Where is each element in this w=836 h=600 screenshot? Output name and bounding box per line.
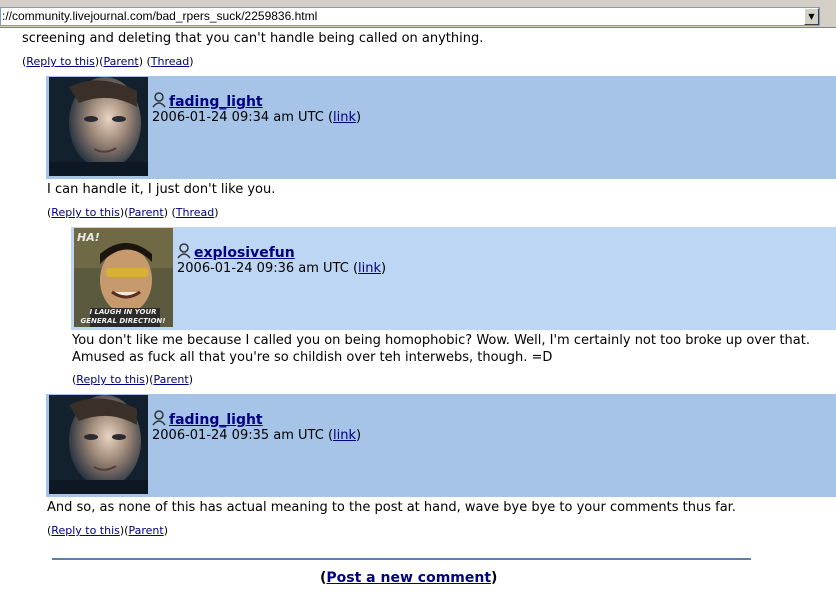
permalink[interactable]: link [333, 428, 356, 443]
date-text: 2006-01-24 09:34 am UTC [152, 110, 324, 125]
url-input[interactable]: ://community.livejournal.com/bad_rpers_s… [0, 7, 820, 26]
thread-link[interactable]: Thread [176, 206, 214, 219]
user-icon[interactable] [177, 243, 193, 263]
parent-link[interactable]: Parent [103, 55, 138, 68]
comment-links: (Reply to this)(Parent) (Thread) [47, 206, 219, 219]
thread-link[interactable]: Thread [151, 55, 189, 68]
avatar-caption-bottom-1: I LAUGH IN YOUR [89, 308, 156, 316]
avatar-caption-top: HA! [77, 231, 100, 244]
parent-link[interactable]: Parent [128, 206, 163, 219]
username-link[interactable]: fading_light [169, 412, 263, 428]
username-link[interactable]: fading_light [169, 94, 263, 110]
parent-link[interactable]: Parent [128, 524, 163, 537]
comment-header: HA! I LAUGH IN YOUR GENERAL DIRECTION! e… [71, 227, 836, 330]
permalink[interactable]: link [358, 261, 381, 276]
comment-header: fading_light 2006-01-24 09:35 am UTC (li… [46, 394, 836, 497]
username-line: fading_light [152, 92, 263, 112]
username-line: explosivefun [177, 243, 295, 263]
comment-date: 2006-01-24 09:34 am UTC (link) [152, 110, 362, 125]
username-link[interactable]: explosivefun [194, 245, 295, 261]
comment-text: Amused as fuck all that you're so childi… [72, 350, 553, 365]
avatar[interactable] [49, 395, 148, 494]
permalink[interactable]: link [333, 110, 356, 125]
reply-link[interactable]: Reply to this [76, 373, 145, 386]
url-dropdown-button[interactable]: ▼ [804, 8, 819, 25]
reply-link[interactable]: Reply to this [51, 206, 120, 219]
comment-links: (Reply to this)(Parent) [47, 524, 168, 537]
comment-text: You don't like me because I called you o… [72, 333, 810, 348]
comment-links: (Reply to this)(Parent) [72, 373, 193, 386]
date-text: 2006-01-24 09:36 am UTC [177, 261, 349, 276]
date-text: 2006-01-24 09:35 am UTC [152, 428, 324, 443]
comment-links: (Reply to this)(Parent) (Thread) [22, 55, 194, 68]
comment-date: 2006-01-24 09:35 am UTC (link) [152, 428, 362, 443]
comment-text: screening and deleting that you can't ha… [22, 31, 484, 46]
comment-text: I can handle it, I just don't like you. [47, 182, 276, 197]
parent-link[interactable]: Parent [153, 373, 188, 386]
comment-header: fading_light 2006-01-24 09:34 am UTC (li… [46, 76, 836, 179]
address-bar: ://community.livejournal.com/bad_rpers_s… [0, 0, 836, 28]
comment-text: And so, as none of this has actual meani… [47, 500, 736, 515]
avatar[interactable] [49, 77, 148, 176]
reply-link[interactable]: Reply to this [51, 524, 120, 537]
avatar[interactable]: HA! I LAUGH IN YOUR GENERAL DIRECTION! [74, 228, 173, 327]
avatar-caption-bottom-2: GENERAL DIRECTION! [81, 317, 166, 325]
comment-date: 2006-01-24 09:36 am UTC (link) [177, 261, 387, 276]
chevron-down-icon: ▼ [808, 12, 815, 21]
user-icon[interactable] [152, 92, 168, 112]
reply-link[interactable]: Reply to this [26, 55, 95, 68]
post-new-comment-link[interactable]: Post a new comment [326, 570, 491, 586]
post-new-comment: (Post a new comment) [320, 570, 498, 586]
divider [52, 558, 751, 560]
username-line: fading_light [152, 410, 263, 430]
user-icon[interactable] [152, 410, 168, 430]
